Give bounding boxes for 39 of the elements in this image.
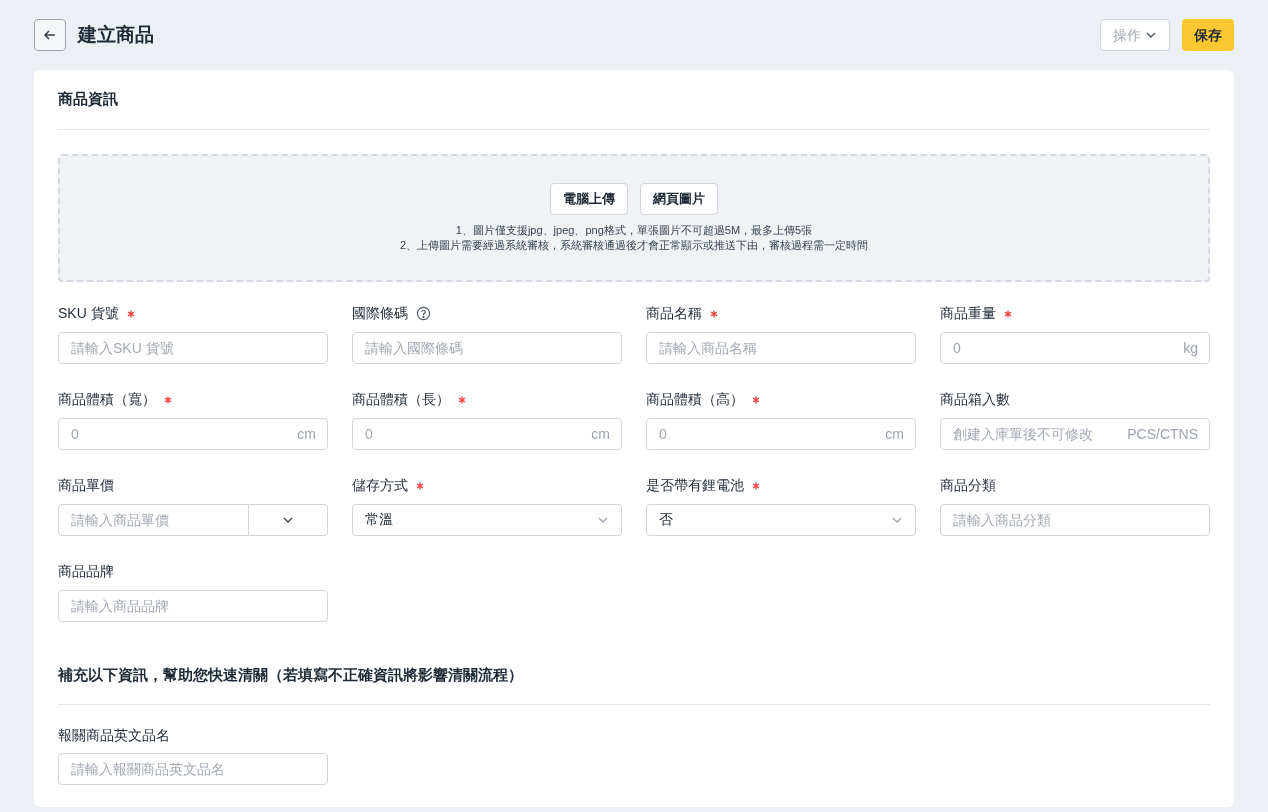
field-label: 商品品牌	[58, 562, 114, 581]
unit-label: cm	[885, 424, 904, 444]
text-field[interactable]: 請輸入報關商品英文品名	[58, 753, 328, 785]
field-label: 商品單價	[58, 476, 114, 495]
select-field[interactable]: 常溫	[352, 503, 622, 536]
text-field[interactable]: 請輸入國際條碼	[352, 331, 622, 364]
field-label: 國際條碼	[352, 304, 408, 323]
field-label: 儲存方式	[352, 476, 408, 495]
select-field[interactable]: 否	[646, 503, 916, 536]
save-button[interactable]: 保存	[1182, 19, 1234, 51]
back-button[interactable]	[34, 19, 66, 51]
section-title: 商品資訊	[58, 70, 1210, 130]
unit-label: cm	[591, 424, 610, 444]
back-arrow-icon	[43, 28, 57, 42]
field-label: 是否帶有鋰電池	[646, 476, 744, 495]
field-label: 商品體積（長）	[352, 390, 450, 409]
text-field[interactable]: 請輸入商品品牌	[58, 589, 328, 622]
field-label: SKU 貨號	[58, 304, 119, 323]
help-icon[interactable]	[416, 306, 431, 321]
upload-note: 1、圖片僅支援jpg、jpeg、png格式，單張圖片不可超過5M，最多上傳5張	[455, 222, 813, 238]
text-field[interactable]: 請輸入商品分類	[940, 503, 1210, 536]
page-title: 建立商品	[78, 22, 154, 47]
field-label: 商品重量	[940, 304, 996, 323]
unit-label: kg	[1183, 338, 1198, 358]
section-title: 補充以下資訊，幫助您快速清關（若填寫不正確資訊將影響清關流程）	[58, 663, 1210, 705]
field-label: 報關商品英文品名	[58, 725, 170, 745]
field-label: 商品體積（高）	[646, 390, 744, 409]
upload-note: 2、上傳圖片需要經過系統審核，系統審核通過後才會正常顯示或推送下由，審核過程需一定時間	[399, 237, 869, 253]
text-field[interactable]: 請輸入商品名稱	[646, 331, 916, 364]
field-label: 商品體積（寬）	[58, 390, 156, 409]
unit-label: PCS/CTNS	[1127, 424, 1198, 444]
upload-button[interactable]: 電腦上傳	[550, 182, 628, 215]
field-label: 商品分類	[940, 476, 996, 495]
text-field[interactable]: 請輸入SKU 貨號	[58, 331, 328, 364]
upload-button[interactable]: 網頁圖片	[640, 182, 718, 215]
unit-label: cm	[297, 424, 316, 444]
field-label: 商品箱入數	[940, 390, 1010, 409]
field-label: 商品名稱	[646, 304, 702, 323]
price-field[interactable]: 請輸入商品單價	[58, 503, 249, 536]
